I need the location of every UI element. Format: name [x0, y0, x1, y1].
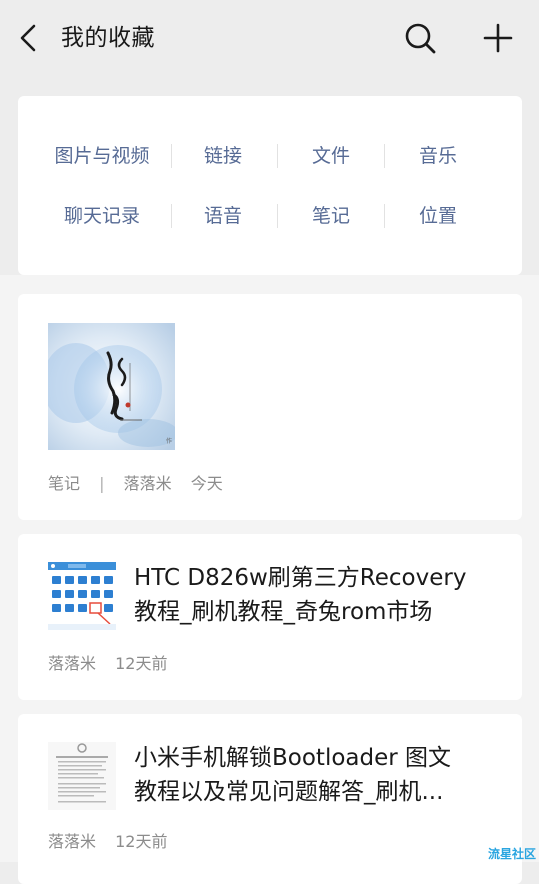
search-icon [405, 23, 436, 54]
top-bar: 我的收藏 [0, 0, 539, 74]
link-title: HTC D826w刷第三方Recovery 教程_刷机教程_奇兔rom市场 [134, 561, 484, 629]
link-meta: 落落米 12天前 [48, 650, 181, 674]
item-author: 落落米 [48, 832, 97, 851]
favorite-item-link[interactable]: HTC D826w刷第三方Recovery 教程_刷机教程_奇兔rom市场 落落… [18, 534, 522, 700]
search-button[interactable] [402, 20, 438, 56]
watermark: 流星社区 [487, 847, 536, 861]
meta-separator: | [99, 474, 105, 493]
item-time: 今天 [190, 474, 223, 493]
link-thumbnail-image [48, 562, 116, 630]
add-button[interactable] [480, 20, 516, 56]
category-location[interactable]: 位置 [384, 196, 492, 236]
note-meta: 笔记 | 落落米 今天 [48, 470, 237, 494]
plus-icon [483, 23, 513, 53]
item-author: 落落米 [123, 474, 172, 493]
category-chat-history[interactable]: 聊天记录 [48, 196, 156, 236]
category-links[interactable]: 链接 [169, 136, 277, 176]
link-title-line: 教程以及常见问题解答_刷机... [134, 779, 444, 805]
link-title-line: 小米手机解锁Bootloader 图文 [134, 745, 452, 771]
favorite-item-note[interactable]: 作 笔记 | 落落米 今天 [18, 294, 522, 520]
favorite-item-link[interactable]: 小米手机解锁Bootloader 图文 教程以及常见问题解答_刷机... 落落米… [18, 714, 522, 884]
item-time: 12天前 [115, 654, 168, 673]
link-title: 小米手机解锁Bootloader 图文 教程以及常见问题解答_刷机... [134, 741, 484, 809]
back-button[interactable] [14, 20, 46, 56]
item-type-label: 笔记 [48, 474, 81, 493]
link-meta: 落落米 12天前 [48, 828, 181, 852]
category-notes[interactable]: 笔记 [277, 196, 385, 236]
category-panel: 图片与视频 链接 文件 音乐 聊天记录 语音 笔记 位置 [18, 96, 522, 275]
item-time: 12天前 [115, 832, 168, 851]
category-images-videos[interactable]: 图片与视频 [48, 136, 156, 176]
chevron-left-icon [20, 24, 36, 52]
link-thumbnail-image [48, 742, 116, 810]
link-title-line: 教程_刷机教程_奇兔rom市场 [134, 599, 433, 625]
svg-text:作: 作 [166, 437, 172, 445]
link-title-line: HTC D826w刷第三方Recovery [134, 565, 467, 591]
page-title: 我的收藏 [61, 25, 155, 51]
item-author: 落落米 [48, 654, 97, 673]
category-files[interactable]: 文件 [277, 136, 385, 176]
category-music[interactable]: 音乐 [384, 136, 492, 176]
note-thumbnail-image: 作 [48, 323, 175, 450]
category-voice[interactable]: 语音 [169, 196, 277, 236]
